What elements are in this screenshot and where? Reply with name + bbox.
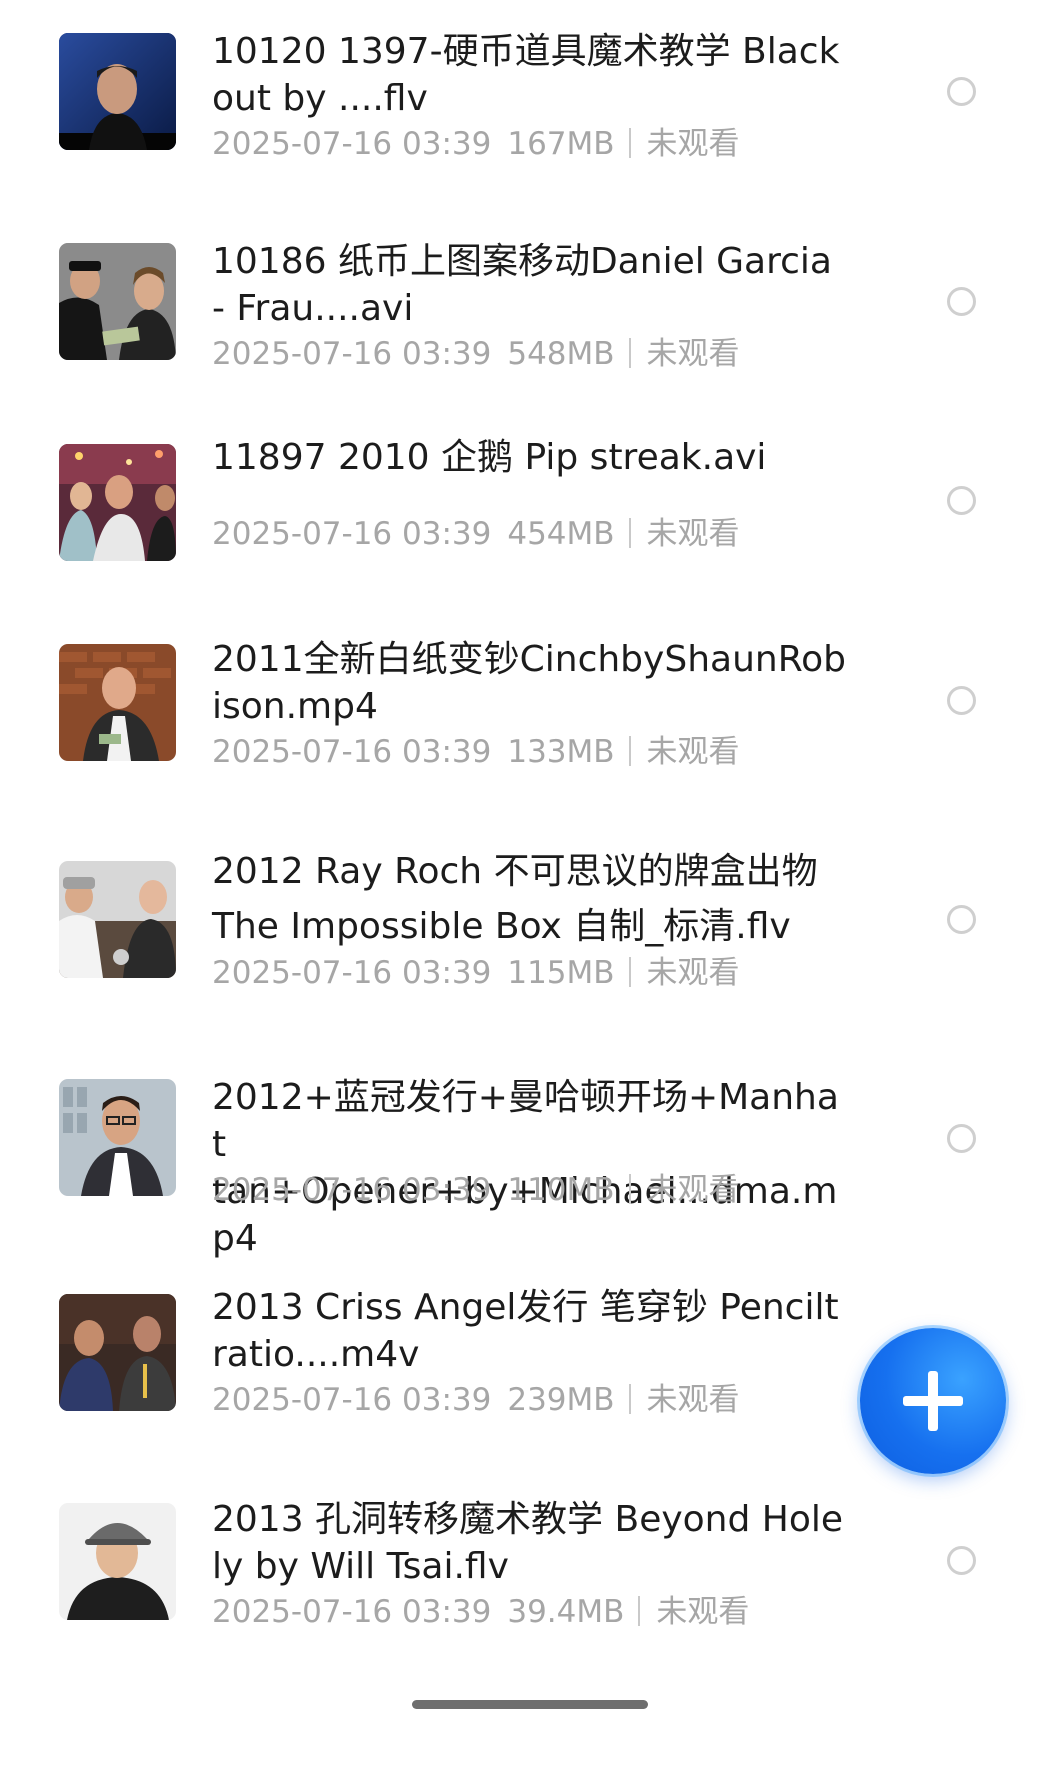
video-title: 10186 纸币上图案移动Daniel Garcia - Frau....avi [212, 241, 832, 329]
video-date: 2025-07-16 03:39 [212, 126, 492, 162]
watch-status: 未观看 [646, 126, 740, 162]
watch-status: 未观看 [646, 516, 740, 552]
list-item[interactable]: 2013 孔洞转移魔术教学 Beyond Hole ly by Will Tsa… [0, 1474, 1054, 1674]
video-meta: 2025-07-16 03:39 110MB 未观看 [212, 1170, 740, 1210]
watch-status: 未观看 [646, 1382, 740, 1418]
select-radio[interactable] [947, 1124, 976, 1153]
list-item[interactable]: 11897 2010 企鹅 Pip streak.avi 2025-07-16 … [0, 423, 1054, 623]
home-indicator[interactable] [412, 1700, 648, 1709]
select-radio[interactable] [947, 287, 976, 316]
video-size: 239MB [507, 1382, 615, 1418]
divider [628, 957, 631, 987]
video-thumbnail [59, 243, 176, 360]
divider [628, 736, 631, 766]
video-title: 10120 1397-硬币道具魔术教学 Black out by ....flv [212, 31, 840, 119]
video-date: 2025-07-16 03:39 [212, 955, 492, 991]
video-meta: 2025-07-16 03:39 115MB 未观看 [212, 953, 740, 993]
select-radio[interactable] [947, 77, 976, 106]
list-item[interactable]: 10186 纸币上图案移动Daniel Garcia - Frau....avi… [0, 210, 1054, 410]
list-item[interactable]: 2012+蓝冠发行+曼哈顿开场+Manhat tan+Opener+by+Mic… [0, 1050, 1054, 1259]
video-size: 39.4MB [507, 1594, 625, 1630]
video-thumbnail [59, 1503, 176, 1620]
video-title: 11897 2010 企鹅 Pip streak.avi [212, 437, 767, 478]
video-title: 2012 Ray Roch 不可思议的牌盒出物 The Impossible B… [212, 851, 818, 947]
video-title: 2013 Criss Angel发行 笔穿钞 Pencilt ratio....… [212, 1287, 839, 1375]
watch-status: 未观看 [646, 955, 740, 991]
list-item[interactable]: 2012 Ray Roch 不可思议的牌盒出物 The Impossible B… [0, 830, 1054, 1030]
video-thumbnail [59, 33, 176, 150]
watch-status: 未观看 [646, 734, 740, 770]
select-radio[interactable] [947, 486, 976, 515]
select-radio[interactable] [947, 1546, 976, 1575]
select-radio[interactable] [947, 905, 976, 934]
add-button[interactable] [860, 1328, 1006, 1474]
divider [628, 518, 631, 548]
video-thumbnail [59, 444, 176, 561]
watch-status: 未观看 [656, 1594, 750, 1630]
video-title: 2012+蓝冠发行+曼哈顿开场+Manhat tan+Opener+by+Mic… [212, 1077, 839, 1259]
select-radio[interactable] [947, 686, 976, 715]
video-meta: 2025-07-16 03:39 167MB 未观看 [212, 124, 740, 164]
video-date: 2025-07-16 03:39 [212, 1172, 492, 1208]
video-title: 2013 孔洞转移魔术教学 Beyond Hole ly by Will Tsa… [212, 1499, 844, 1587]
video-thumbnail [59, 1079, 176, 1196]
watch-status: 未观看 [646, 336, 740, 372]
video-size: 167MB [507, 126, 615, 162]
divider [638, 1596, 641, 1626]
video-date: 2025-07-16 03:39 [212, 516, 492, 552]
video-thumbnail [59, 861, 176, 978]
video-meta: 2025-07-16 03:39 239MB 未观看 [212, 1380, 740, 1420]
video-size: 454MB [507, 516, 615, 552]
video-date: 2025-07-16 03:39 [212, 734, 492, 770]
video-meta: 2025-07-16 03:39 454MB 未观看 [212, 514, 740, 554]
video-thumbnail [59, 644, 176, 761]
plus-icon [903, 1371, 963, 1431]
video-size: 548MB [507, 336, 615, 372]
list-item[interactable]: 2011全新白纸变钞CinchbyShaunRob ison.mp4 2025-… [0, 610, 1054, 810]
video-thumbnail [59, 1294, 176, 1411]
list-item[interactable]: 10120 1397-硬币道具魔术教学 Black out by ....flv… [0, 0, 1054, 200]
video-date: 2025-07-16 03:39 [212, 1382, 492, 1418]
divider [628, 1174, 631, 1204]
video-title: 2011全新白纸变钞CinchbyShaunRob ison.mp4 [212, 639, 846, 727]
divider [628, 1384, 631, 1414]
video-size: 115MB [507, 955, 615, 991]
video-date: 2025-07-16 03:39 [212, 336, 492, 372]
video-meta: 2025-07-16 03:39 133MB 未观看 [212, 732, 740, 772]
divider [628, 128, 631, 158]
video-size: 110MB [507, 1172, 615, 1208]
video-meta: 2025-07-16 03:39 548MB 未观看 [212, 334, 740, 374]
video-size: 133MB [507, 734, 615, 770]
watch-status: 未观看 [646, 1172, 740, 1208]
video-meta: 2025-07-16 03:39 39.4MB 未观看 [212, 1592, 749, 1632]
video-date: 2025-07-16 03:39 [212, 1594, 492, 1630]
divider [628, 338, 631, 368]
